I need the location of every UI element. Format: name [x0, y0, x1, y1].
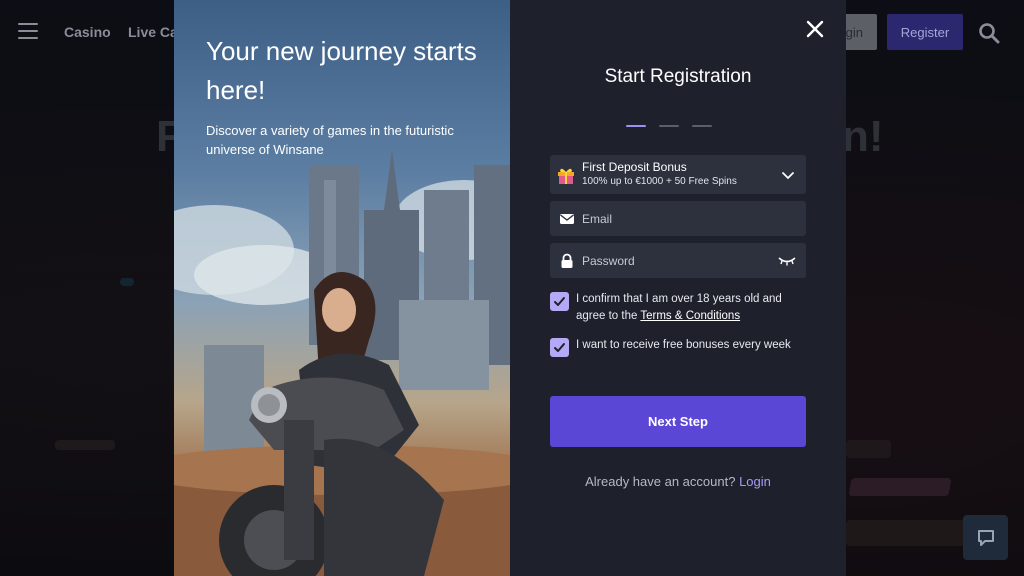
- age-confirm-checkbox[interactable]: [550, 292, 569, 311]
- header-register-button[interactable]: Register: [887, 14, 963, 50]
- next-step-button[interactable]: Next Step: [550, 396, 806, 447]
- bonus-select[interactable]: First Deposit Bonus 100% up to €1000 + 5…: [550, 155, 806, 194]
- close-icon[interactable]: [804, 18, 826, 40]
- email-field[interactable]: Email: [550, 201, 806, 236]
- promo-title: Your new journey starts here!: [206, 36, 477, 105]
- lock-icon: [561, 253, 573, 268]
- registration-form: Start Registration First Deposit Bonus 1…: [510, 0, 846, 576]
- checkmark-icon: [554, 297, 565, 306]
- bonuses-optin-checkbox[interactable]: [550, 338, 569, 357]
- password-placeholder: Password: [582, 253, 635, 268]
- checkmark-icon: [554, 343, 565, 352]
- step-3-indicator: [692, 125, 712, 127]
- chat-icon: [977, 529, 994, 546]
- step-2-indicator: [659, 125, 679, 127]
- email-icon: [560, 213, 574, 224]
- gift-icon: [558, 168, 574, 184]
- nav-live-casino[interactable]: Live Ca: [128, 24, 178, 40]
- bonus-description: 100% up to €1000 + 50 Free Spins: [582, 176, 737, 187]
- step-indicator: [626, 125, 712, 127]
- bonuses-optin-row: I want to receive free bonuses every wee…: [550, 337, 806, 357]
- password-field[interactable]: Password: [550, 243, 806, 278]
- bonuses-optin-label: I want to receive free bonuses every wee…: [576, 339, 791, 351]
- chevron-down-icon: [782, 171, 794, 179]
- promo-panel: Your new journey starts here! Discover a…: [174, 0, 510, 576]
- hamburger-menu-icon[interactable]: [18, 23, 38, 39]
- promo-subtitle: Discover a variety of games in the futur…: [206, 123, 454, 157]
- chat-button[interactable]: [963, 515, 1008, 560]
- login-link[interactable]: Login: [739, 474, 771, 489]
- registration-modal: Your new journey starts here! Discover a…: [174, 0, 846, 576]
- age-confirm-label: I confirm that I am over 18 years old an…: [576, 293, 782, 322]
- form-title: Start Registration: [604, 66, 752, 87]
- age-confirm-row: I confirm that I am over 18 years old an…: [550, 291, 806, 325]
- nav-casino[interactable]: Casino: [64, 24, 111, 40]
- eye-closed-icon[interactable]: [778, 255, 796, 267]
- step-1-indicator: [626, 125, 646, 127]
- login-prompt: Already have an account? Login: [510, 474, 846, 489]
- search-icon[interactable]: [978, 22, 1000, 44]
- background-headline-end: n!: [842, 112, 884, 161]
- email-placeholder: Email: [582, 211, 613, 226]
- terms-link[interactable]: Terms & Conditions: [640, 310, 740, 322]
- bonus-title: First Deposit Bonus: [582, 160, 687, 174]
- account-question: Already have an account?: [585, 474, 736, 489]
